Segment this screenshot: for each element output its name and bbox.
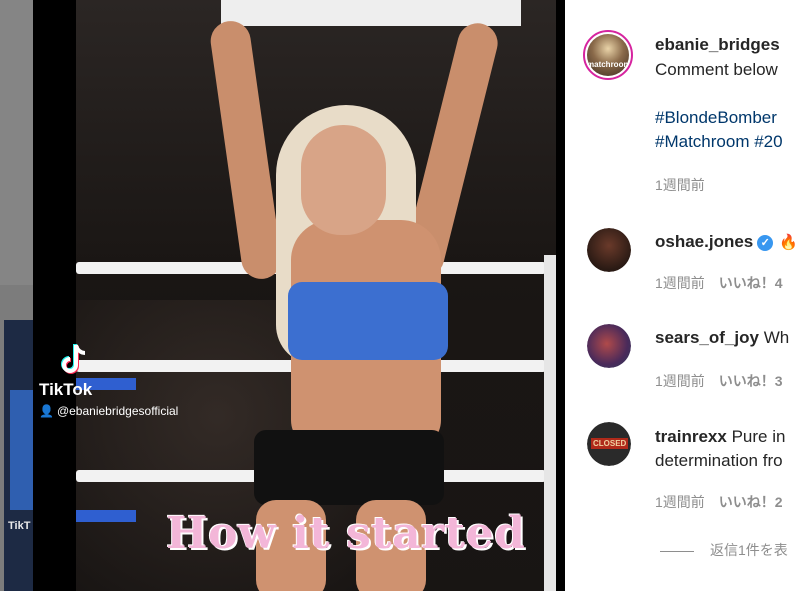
- commenter-avatar[interactable]: CLOSED: [587, 422, 631, 466]
- post-timestamp[interactable]: 1週間前: [655, 175, 705, 195]
- figure-shorts: [254, 430, 444, 505]
- comment-username-text[interactable]: trainrexx: [655, 427, 727, 446]
- caption-hashtag-line-2[interactable]: #Matchroom #20: [655, 132, 783, 152]
- comment-time[interactable]: 1週間前: [655, 494, 705, 510]
- comment-username[interactable]: sears_of_joy Wh: [655, 328, 789, 348]
- fire-emoji-icon: 🔥: [779, 234, 798, 251]
- comment-meta: 1週間前 いいね！3: [655, 371, 783, 391]
- comment-likes[interactable]: いいね！4: [719, 275, 783, 291]
- comment-likes[interactable]: いいね！3: [719, 373, 783, 389]
- author-avatar[interactable]: matchroom: [583, 30, 633, 80]
- comment-username-text[interactable]: oshae.jones: [655, 232, 753, 251]
- author-avatar-text: matchroom: [587, 60, 631, 69]
- comment-username-text[interactable]: sears_of_joy: [655, 328, 759, 347]
- comment-text: Pure in: [731, 427, 786, 446]
- ring-post: [544, 255, 556, 591]
- commenter-avatar[interactable]: [587, 324, 631, 368]
- tiktok-handle-text: @ebaniebridgesofficial: [56, 404, 179, 418]
- figure-arm-left: [208, 18, 284, 282]
- video-frame[interactable]: How it started: [76, 0, 556, 591]
- commenter-avatar-image: [587, 324, 631, 368]
- tiktok-watermark: TikTok 👤 @ebaniebridgesofficial: [39, 342, 178, 418]
- comment-time[interactable]: 1週間前: [655, 373, 705, 389]
- background-thumbnail-bottom: [4, 320, 33, 591]
- commenter-avatar-image: CLOSED: [587, 422, 631, 466]
- commenter-avatar-image: [587, 228, 631, 272]
- comment-username[interactable]: trainrexx Pure in: [655, 427, 785, 447]
- figure-top: [288, 282, 448, 360]
- comment-text: Wh: [763, 328, 790, 347]
- comment-time[interactable]: 1週間前: [655, 275, 705, 291]
- comment-meta: 1週間前 いいね！2: [655, 492, 783, 512]
- commenter-avatar[interactable]: [587, 228, 631, 272]
- background-page: TikT: [0, 0, 33, 591]
- user-icon: 👤: [39, 404, 54, 418]
- figure-face: [301, 125, 386, 235]
- tiktok-handle: 👤 @ebaniebridgesofficial: [39, 404, 178, 418]
- view-replies-label[interactable]: 返信1件を表: [710, 542, 788, 558]
- background-tiktok-fragment: TikT: [8, 520, 31, 532]
- comment-likes[interactable]: いいね！2: [719, 494, 783, 510]
- commenter-avatar-sign: CLOSED: [591, 438, 629, 449]
- comment-text-line-2: determination fro: [655, 451, 783, 470]
- caption-hashtag-line-1[interactable]: #BlondeBomber: [655, 108, 777, 128]
- tiktok-logo-icon: [61, 344, 86, 374]
- author-username[interactable]: ebanie_bridges: [655, 35, 780, 55]
- background-thumbnail-top: [0, 0, 33, 285]
- post-details-panel: matchroom ebanie_bridges Comment below #…: [565, 0, 800, 591]
- video-caption-overlay: How it started: [166, 508, 526, 559]
- ring-rope-blue-2: [76, 510, 136, 522]
- background-thumbnail-accent: [10, 390, 33, 510]
- comment-meta: 1週間前 いいね！4: [655, 273, 783, 293]
- post-media[interactable]: How it started TikTok 👤 @ebaniebridgesof…: [33, 0, 565, 591]
- author-avatar-image: matchroom: [587, 34, 631, 76]
- replies-dash: [660, 550, 694, 552]
- verified-badge-icon: ✓: [757, 235, 774, 251]
- comment-username[interactable]: oshae.jones ✓ 🔥: [655, 232, 798, 252]
- tiktok-label: TikTok: [39, 380, 93, 399]
- caption-text: Comment below: [655, 60, 778, 79]
- view-replies-button[interactable]: 返信1件を表: [660, 540, 788, 560]
